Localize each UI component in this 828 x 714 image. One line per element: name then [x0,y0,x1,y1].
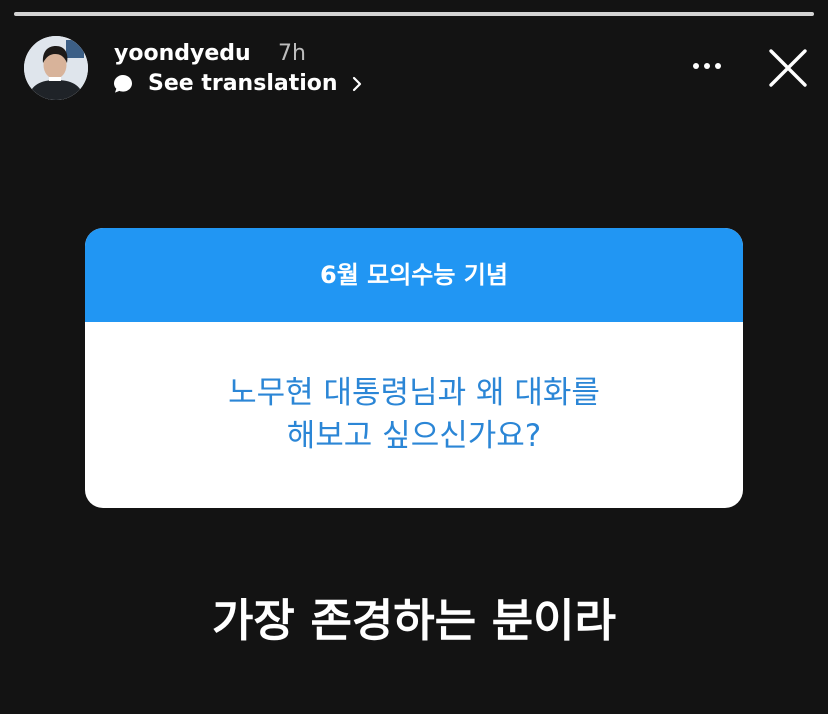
chevron-right-icon [350,75,364,93]
avatar-image [24,36,88,100]
close-button[interactable] [766,46,810,90]
story-header: yoondyedu 7h See translation [24,36,814,100]
see-translation-label: See translation [148,71,338,96]
more-options-button[interactable] [688,52,726,80]
question-sticker-title: 6월 모의수능 기념 [320,261,508,289]
timestamp: 7h [278,41,306,66]
question-sticker: 6월 모의수능 기념 노무현 대통령님과 왜 대화를 해보고 싶으신가요? [85,228,743,508]
speech-bubble-icon [112,73,134,95]
story-viewer: yoondyedu 7h See translation 6월 모의수능 기념 … [0,0,828,714]
question-sticker-body: 노무현 대통령님과 왜 대화를 해보고 싶으신가요? [85,322,743,508]
avatar[interactable] [24,36,88,100]
question-sticker-header: 6월 모의수능 기념 [85,228,743,322]
progress-segment [14,12,814,16]
username[interactable]: yoondyedu [114,40,251,68]
close-icon [769,49,807,87]
see-translation-link[interactable]: See translation [112,70,364,98]
more-horizontal-icon [693,63,721,69]
question-text: 노무현 대통령님과 왜 대화를 해보고 싶으신가요? [228,375,600,454]
answer-text: 가장 존경하는 분이라 [212,594,616,647]
story-progress-bar [14,12,814,16]
